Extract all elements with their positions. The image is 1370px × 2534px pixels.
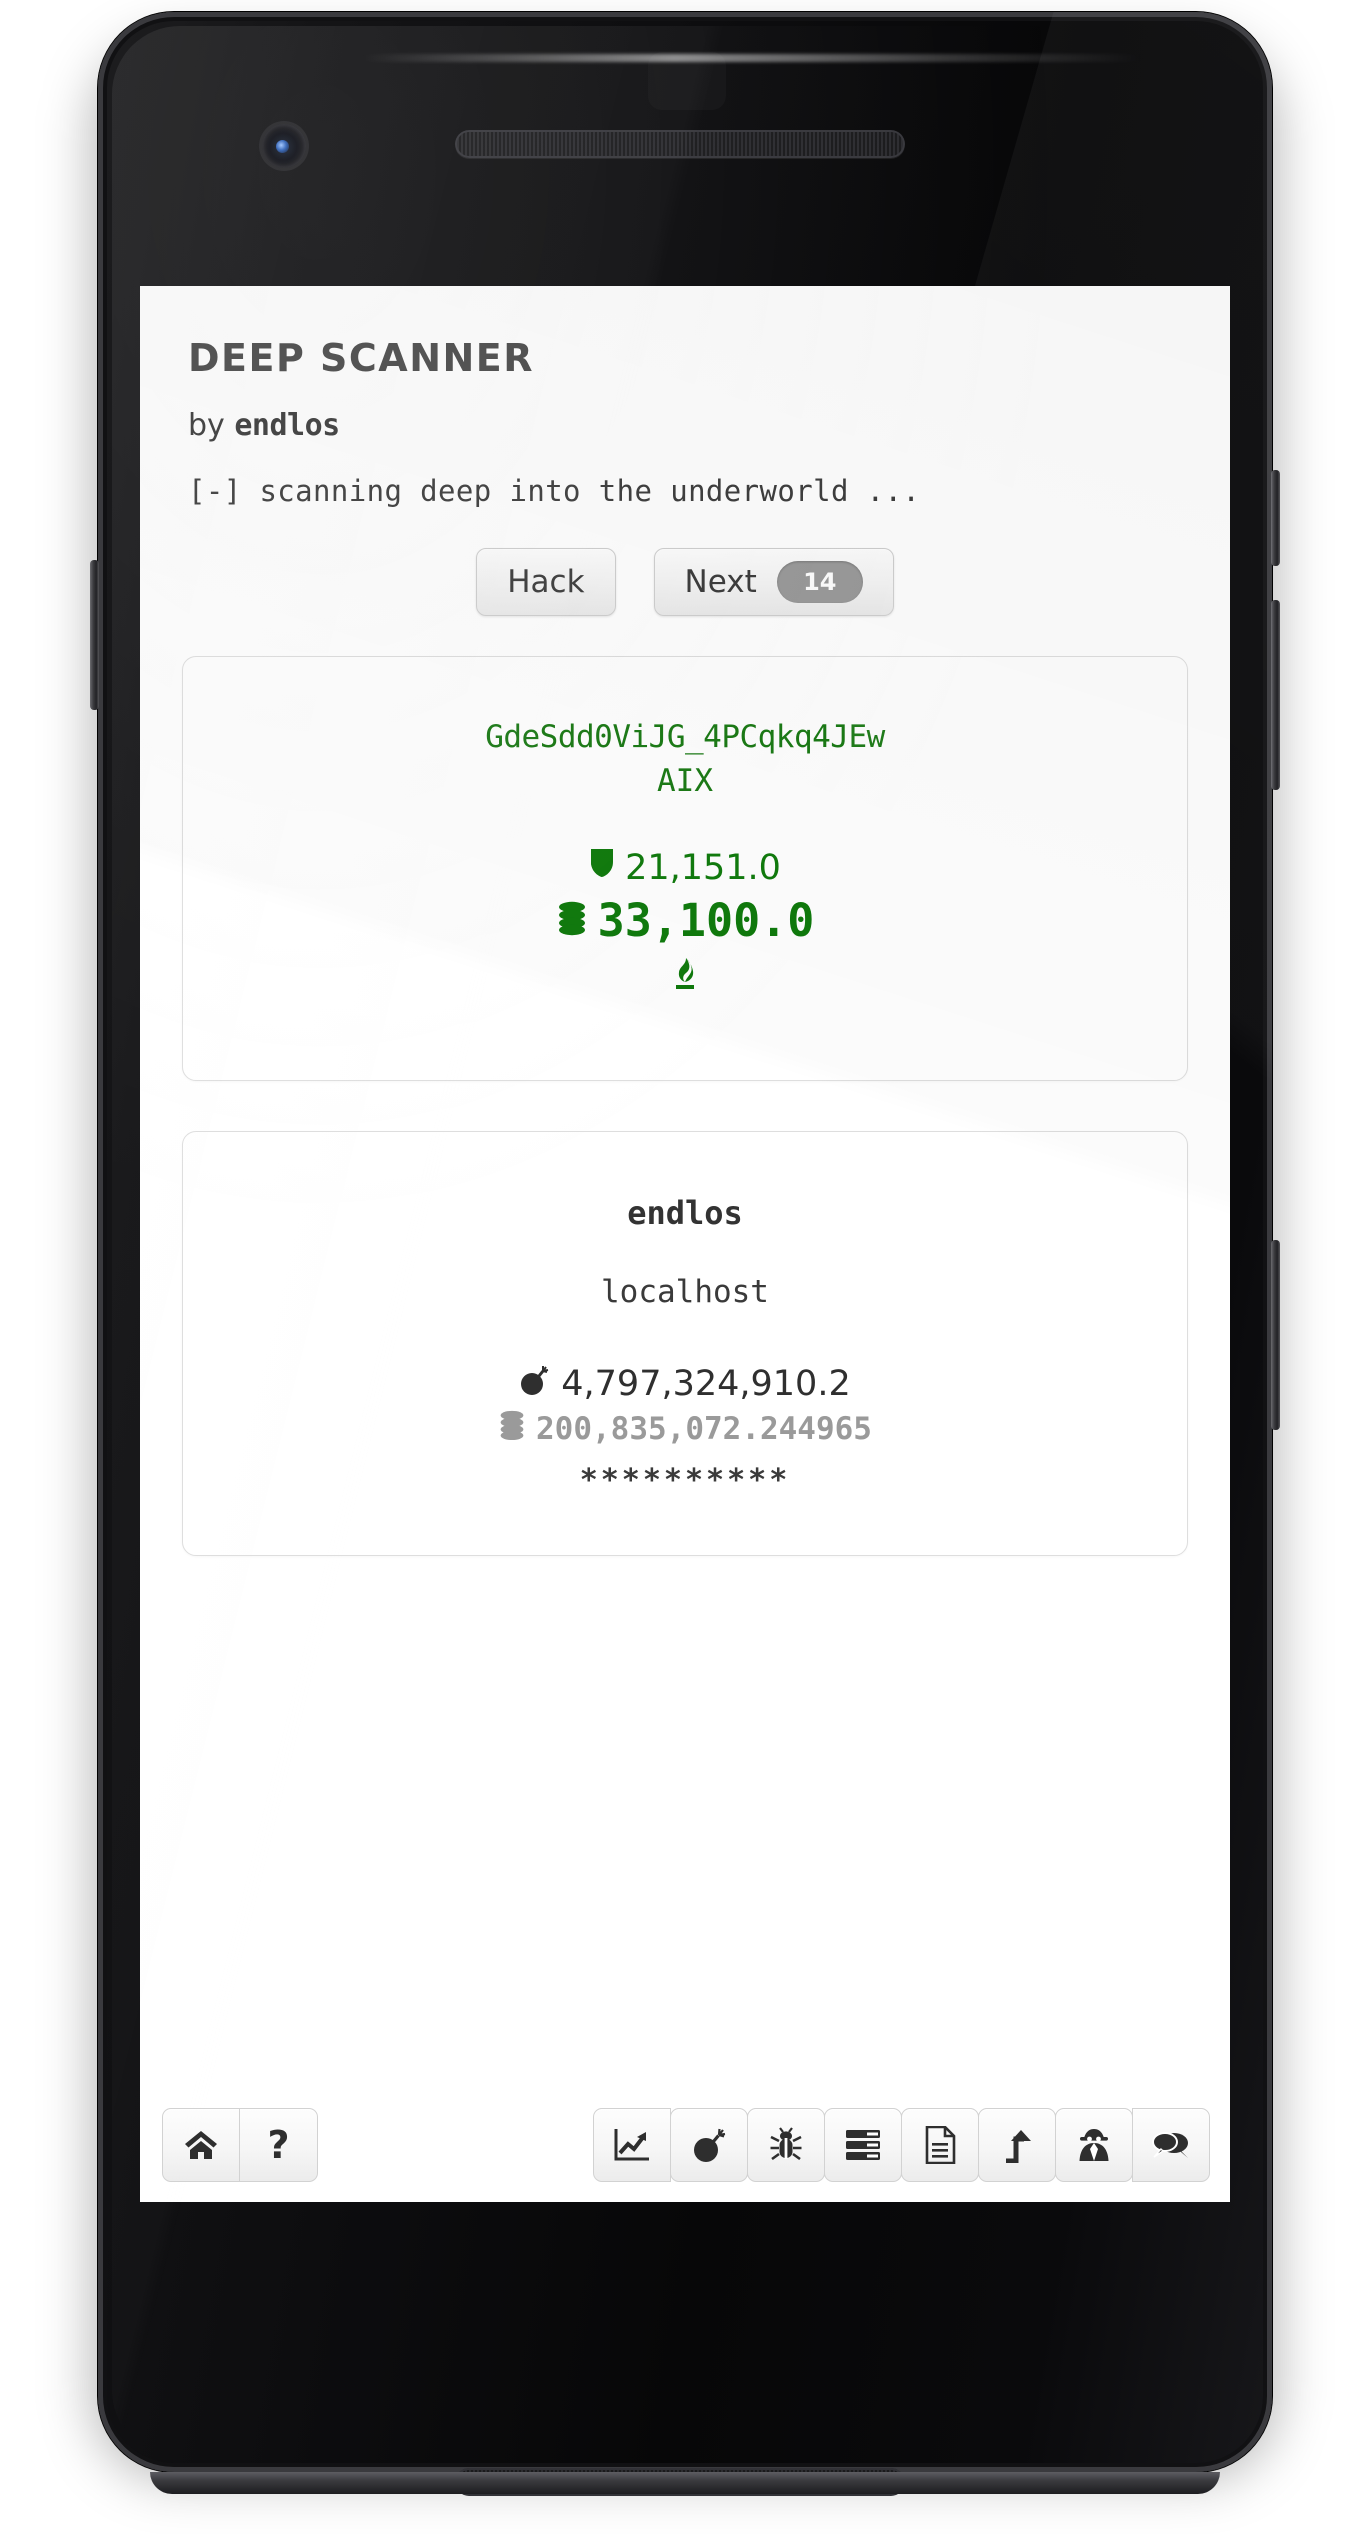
document-icon [924, 2126, 956, 2164]
target-hostname: GdeSdd0ViJG_4PCqkq4JEw [485, 719, 885, 755]
target-money-row: 33,100.0 [556, 894, 815, 947]
player-card[interactable]: endlos localhost 4,797,324,910.2 200,835… [182, 1131, 1188, 1556]
shield-icon [589, 847, 615, 888]
bomb-icon [519, 1362, 551, 1405]
player-attack-value: 4,797,324,910.2 [561, 1363, 851, 1404]
toolbar-stats-button[interactable] [593, 2108, 671, 2182]
phone-mockup: DEEP SCANNER by endlos [-] scanning deep… [0, 0, 1370, 2534]
toolbar-spy-button[interactable] [1055, 2108, 1133, 2182]
status-line: [-] scanning deep into the underworld ..… [188, 474, 921, 508]
flame-icon [671, 957, 699, 995]
toolbar-right-group [593, 2108, 1210, 2182]
toolbar-logs-button[interactable] [901, 2108, 979, 2182]
target-money-value: 33,100.0 [597, 894, 815, 947]
toolbar-left-group: ? [162, 2108, 318, 2182]
next-button-label: Next [684, 564, 757, 600]
toolbar-home-button[interactable] [162, 2108, 240, 2182]
bottom-metal-rail [150, 2472, 1220, 2494]
coins-icon [498, 1409, 526, 1449]
player-money-row: 200,835,072.244965 [498, 1409, 872, 1449]
bottom-toolbar: ? [140, 2106, 1230, 2184]
toolbar-help-button[interactable]: ? [240, 2108, 318, 2182]
upgrade-arrow-icon [1002, 2127, 1032, 2163]
bomb-icon [691, 2127, 727, 2163]
next-count-badge: 14 [776, 561, 863, 603]
page-title: DEEP SCANNER [188, 336, 535, 380]
chart-icon [613, 2127, 651, 2163]
power-button[interactable] [1271, 470, 1280, 566]
hack-button[interactable]: Hack [476, 548, 616, 616]
next-button[interactable]: Next 14 [653, 548, 894, 616]
front-camera [262, 124, 306, 168]
player-masked-value: ********** [579, 1463, 791, 1498]
earpiece-speaker [455, 130, 905, 158]
bug-icon [768, 2127, 804, 2163]
spy-icon [1076, 2127, 1112, 2163]
coins-icon [556, 894, 588, 947]
side-rail [90, 560, 99, 710]
toolbar-upgrade-button[interactable] [978, 2108, 1056, 2182]
byline-author: endlos [234, 408, 340, 443]
proximity-sensor [648, 52, 726, 110]
server-icon [845, 2129, 881, 2161]
chat-icon [1152, 2129, 1190, 2161]
help-icon: ? [267, 2123, 290, 2167]
app-viewport: DEEP SCANNER by endlos [-] scanning deep… [140, 286, 1230, 2202]
target-defense-value: 21,151.0 [625, 847, 781, 888]
volume-up-button[interactable] [1271, 600, 1280, 790]
volume-down-button[interactable] [1271, 1240, 1280, 1430]
toolbar-chat-button[interactable] [1132, 2108, 1210, 2182]
byline-prefix: by [188, 408, 235, 443]
target-card[interactable]: GdeSdd0ViJG_4PCqkq4JEw AIX 21,151.0 33,1… [182, 656, 1188, 1081]
hack-button-label: Hack [507, 564, 585, 600]
toolbar-attack-button[interactable] [670, 2108, 748, 2182]
target-defense-row: 21,151.0 [589, 847, 781, 888]
byline: by endlos [188, 408, 340, 443]
phone-screen: DEEP SCANNER by endlos [-] scanning deep… [140, 286, 1230, 2202]
toolbar-exploits-button[interactable] [747, 2108, 825, 2182]
player-attack-row: 4,797,324,910.2 [519, 1362, 851, 1405]
target-os: AIX [657, 763, 713, 799]
action-button-row: Hack Next 14 [140, 548, 1230, 616]
player-name: endlos [627, 1194, 743, 1232]
toolbar-servers-button[interactable] [824, 2108, 902, 2182]
player-money-value: 200,835,072.244965 [536, 1411, 872, 1447]
home-icon [184, 2129, 218, 2161]
player-hostname: localhost [601, 1274, 769, 1310]
